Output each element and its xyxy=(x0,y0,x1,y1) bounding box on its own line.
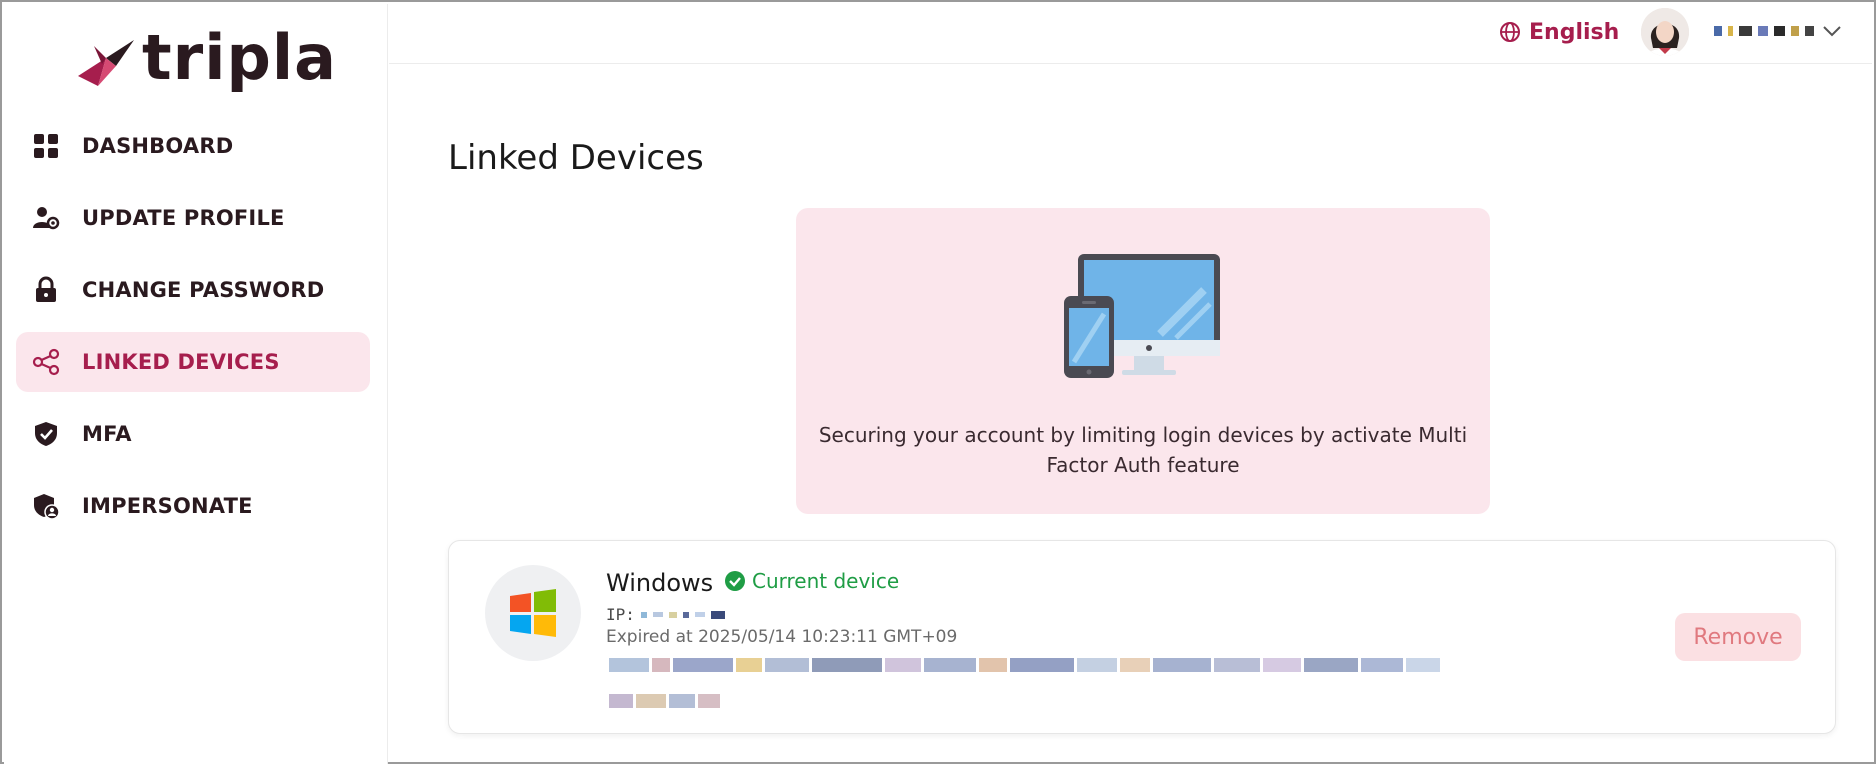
sidebar-item-label: LINKED DEVICES xyxy=(82,350,280,374)
chevron-down-icon[interactable] xyxy=(1819,18,1845,44)
shield-user-icon xyxy=(30,490,62,522)
user-agent-redacted xyxy=(609,653,1619,713)
current-device-badge: Current device xyxy=(724,569,899,593)
sidebar-item-label: MFA xyxy=(82,422,132,446)
sidebar-nav: DASHBOARD UPDATE PROFILE CHANGE PASSWORD… xyxy=(16,116,370,548)
device-ip: IP: xyxy=(606,605,725,624)
brand-name: tripla xyxy=(142,21,337,94)
user-gear-icon xyxy=(30,202,62,234)
device-card: Windows Current device IP: Expired at 20… xyxy=(448,540,1836,734)
dashboard-grid-icon xyxy=(30,130,62,162)
windows-logo-icon xyxy=(510,589,556,637)
check-circle-icon xyxy=(725,571,745,591)
sidebar-item-linked-devices[interactable]: LINKED DEVICES xyxy=(16,332,370,392)
language-label: English xyxy=(1529,19,1620,45)
mfa-banner-text: Securing your account by limiting login … xyxy=(818,423,1468,477)
sidebar-item-dashboard[interactable]: DASHBOARD xyxy=(16,116,370,176)
remove-device-button[interactable]: Remove xyxy=(1675,613,1801,661)
top-bar: English xyxy=(389,4,1872,64)
sidebar-item-label: CHANGE PASSWORD xyxy=(82,278,325,302)
language-selector[interactable]: English xyxy=(1499,16,1619,48)
main-content: Linked Devices Securing your account by xyxy=(389,64,1872,760)
user-avatar[interactable] xyxy=(1641,8,1689,56)
shield-check-icon xyxy=(30,418,62,450)
lock-icon xyxy=(30,274,62,306)
app-window: tripla DASHBOARD UPDATE PROFILE CHANGE P… xyxy=(0,0,1876,764)
ip-redacted xyxy=(640,610,725,619)
globe-icon xyxy=(1500,22,1520,42)
sidebar-item-update-profile[interactable]: UPDATE PROFILE xyxy=(16,188,370,248)
sidebar-item-mfa[interactable]: MFA xyxy=(16,404,370,464)
sidebar-item-label: DASHBOARD xyxy=(82,134,234,158)
ip-label: IP: xyxy=(606,605,635,624)
sidebar-item-impersonate[interactable]: IMPERSONATE xyxy=(16,476,370,536)
sidebar-item-change-password[interactable]: CHANGE PASSWORD xyxy=(16,260,370,320)
share-nodes-icon xyxy=(30,346,62,378)
sidebar-item-label: IMPERSONATE xyxy=(82,494,253,518)
sidebar-item-label: UPDATE PROFILE xyxy=(82,206,285,230)
username-redacted[interactable] xyxy=(1714,20,1814,42)
devices-illustration xyxy=(1064,254,1220,378)
device-expiry: Expired at 2025/05/14 10:23:11 GMT+09 xyxy=(606,627,958,647)
current-device-label: Current device xyxy=(752,569,900,593)
os-avatar xyxy=(485,565,581,661)
bird-logo-icon xyxy=(78,40,134,86)
device-os-name: Windows xyxy=(606,569,714,597)
sidebar: tripla DASHBOARD UPDATE PROFILE CHANGE P… xyxy=(4,4,388,764)
mfa-info-banner: Securing your account by limiting login … xyxy=(796,208,1490,514)
tripla-logo[interactable]: tripla xyxy=(76,26,337,98)
page-title: Linked Devices xyxy=(448,138,704,178)
